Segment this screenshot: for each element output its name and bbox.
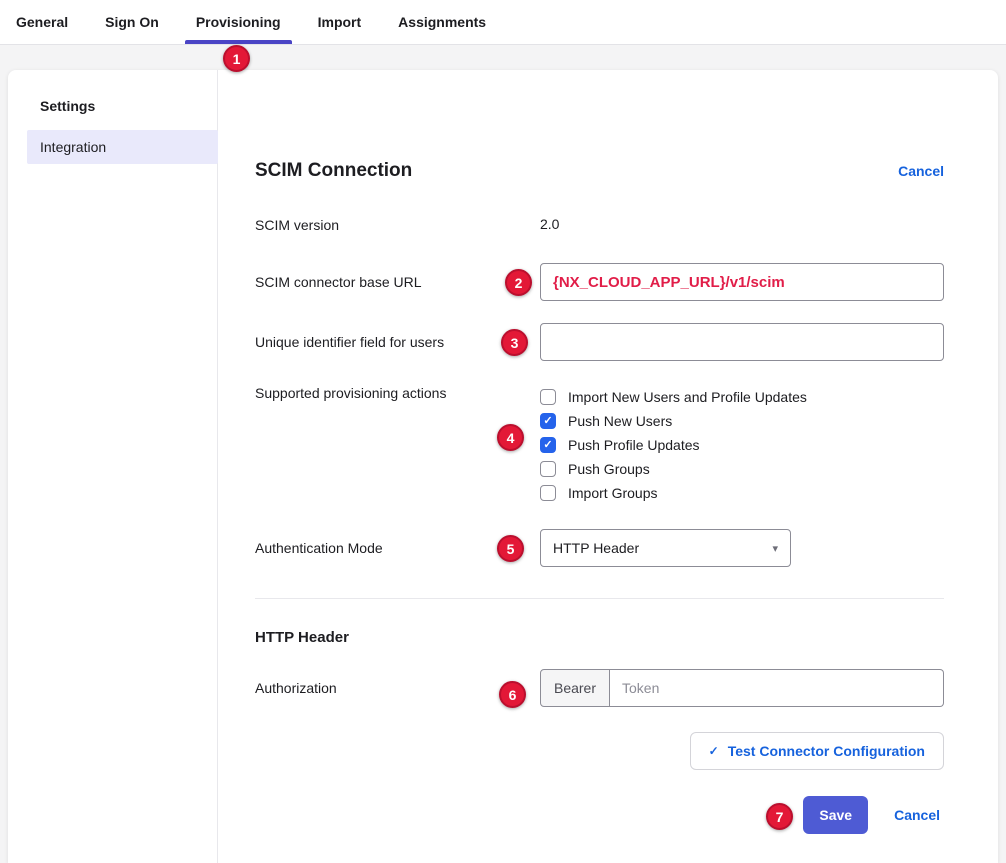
authorization-label: Authorization bbox=[255, 680, 540, 696]
annotation-badge-4: 4 bbox=[497, 424, 524, 451]
sidebar-heading: Settings bbox=[8, 98, 217, 130]
annotation-badge-7: 7 bbox=[766, 803, 793, 830]
checkbox-push-groups[interactable]: Push Groups bbox=[540, 457, 944, 481]
test-connector-button[interactable]: ✓ Test Connector Configuration bbox=[690, 732, 944, 770]
checkbox-push-new-users[interactable]: Push New Users bbox=[540, 409, 944, 433]
checkbox-label: Import Groups bbox=[568, 485, 657, 501]
test-connector-button-label: Test Connector Configuration bbox=[728, 743, 925, 759]
tab-assignments[interactable]: Assignments bbox=[398, 0, 486, 44]
chevron-down-icon: ▾ bbox=[772, 542, 778, 555]
checkmark-icon: ✓ bbox=[709, 744, 719, 758]
checkbox-label: Push Profile Updates bbox=[568, 437, 700, 453]
checkbox-label: Import New Users and Profile Updates bbox=[568, 389, 807, 405]
annotation-badge-5: 5 bbox=[497, 535, 524, 562]
provisioning-actions-row: Supported provisioning actions Import Ne… bbox=[255, 385, 944, 505]
section-divider bbox=[255, 598, 944, 599]
checkbox-push-profile-updates[interactable]: Push Profile Updates bbox=[540, 433, 944, 457]
unique-id-input[interactable] bbox=[540, 323, 944, 361]
annotation-badge-2: 2 bbox=[505, 269, 532, 296]
base-url-label: SCIM connector base URL bbox=[255, 274, 540, 290]
scim-version-row: SCIM version 2.0 bbox=[255, 215, 944, 235]
provisioning-actions-list: Import New Users and Profile Updates Pus… bbox=[540, 385, 944, 505]
cancel-link-bottom[interactable]: Cancel bbox=[894, 807, 940, 823]
tab-provisioning[interactable]: Provisioning bbox=[196, 0, 281, 44]
checkbox-import-new-users[interactable]: Import New Users and Profile Updates bbox=[540, 385, 944, 409]
base-url-input[interactable] bbox=[540, 263, 944, 301]
authorization-row: Authorization Bearer bbox=[255, 669, 944, 707]
checkbox-icon[interactable] bbox=[540, 389, 556, 405]
checkbox-label: Push New Users bbox=[568, 413, 672, 429]
checkbox-icon[interactable] bbox=[540, 485, 556, 501]
save-button[interactable]: Save bbox=[803, 796, 868, 834]
checkbox-import-groups[interactable]: Import Groups bbox=[540, 481, 944, 505]
http-header-section-title: HTTP Header bbox=[255, 629, 944, 646]
app-tab-bar: General Sign On Provisioning Import Assi… bbox=[0, 0, 1006, 45]
checkbox-icon[interactable] bbox=[540, 461, 556, 477]
tab-general[interactable]: General bbox=[16, 0, 68, 44]
auth-mode-selected-value: HTTP Header bbox=[553, 540, 639, 556]
sidebar-item-integration[interactable]: Integration bbox=[27, 130, 218, 164]
scim-version-label: SCIM version bbox=[255, 217, 540, 233]
scim-version-value: 2.0 bbox=[540, 216, 559, 232]
tab-sign-on[interactable]: Sign On bbox=[105, 0, 159, 44]
annotation-badge-3: 3 bbox=[501, 329, 528, 356]
settings-sidebar: Settings Integration bbox=[8, 70, 218, 863]
base-url-row: SCIM connector base URL bbox=[255, 263, 944, 301]
unique-id-label: Unique identifier field for users bbox=[255, 334, 540, 350]
auth-mode-select[interactable]: HTTP Header ▾ bbox=[540, 529, 791, 567]
auth-mode-row: Authentication Mode HTTP Header ▾ bbox=[255, 529, 944, 567]
token-input[interactable] bbox=[610, 669, 944, 707]
provisioning-actions-label: Supported provisioning actions bbox=[255, 385, 540, 401]
checkbox-icon[interactable] bbox=[540, 413, 556, 429]
checkbox-label: Push Groups bbox=[568, 461, 650, 477]
page-title: SCIM Connection bbox=[255, 160, 412, 182]
checkbox-icon[interactable] bbox=[540, 437, 556, 453]
cancel-link-top[interactable]: Cancel bbox=[898, 163, 944, 179]
provisioning-card: Settings Integration SCIM Connection Can… bbox=[8, 70, 998, 863]
annotation-badge-1: 1 bbox=[223, 45, 250, 72]
annotation-badge-6: 6 bbox=[499, 681, 526, 708]
bearer-prefix: Bearer bbox=[540, 669, 610, 707]
tab-import[interactable]: Import bbox=[318, 0, 362, 44]
scim-settings-main: SCIM Connection Cancel SCIM version 2.0 … bbox=[218, 70, 998, 863]
unique-id-row: Unique identifier field for users bbox=[255, 323, 944, 361]
